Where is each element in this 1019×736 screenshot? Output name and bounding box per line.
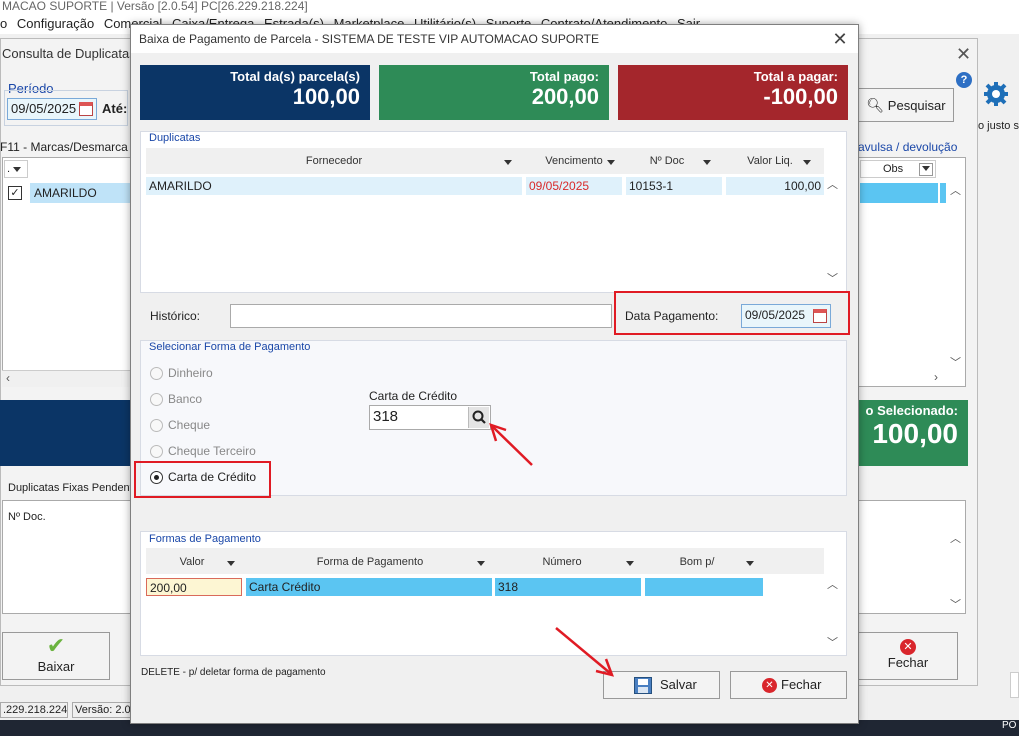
red-arrow-carta — [489, 423, 533, 466]
annotation-arrows — [489, 423, 615, 677]
red-arrow-salvar — [555, 627, 615, 677]
